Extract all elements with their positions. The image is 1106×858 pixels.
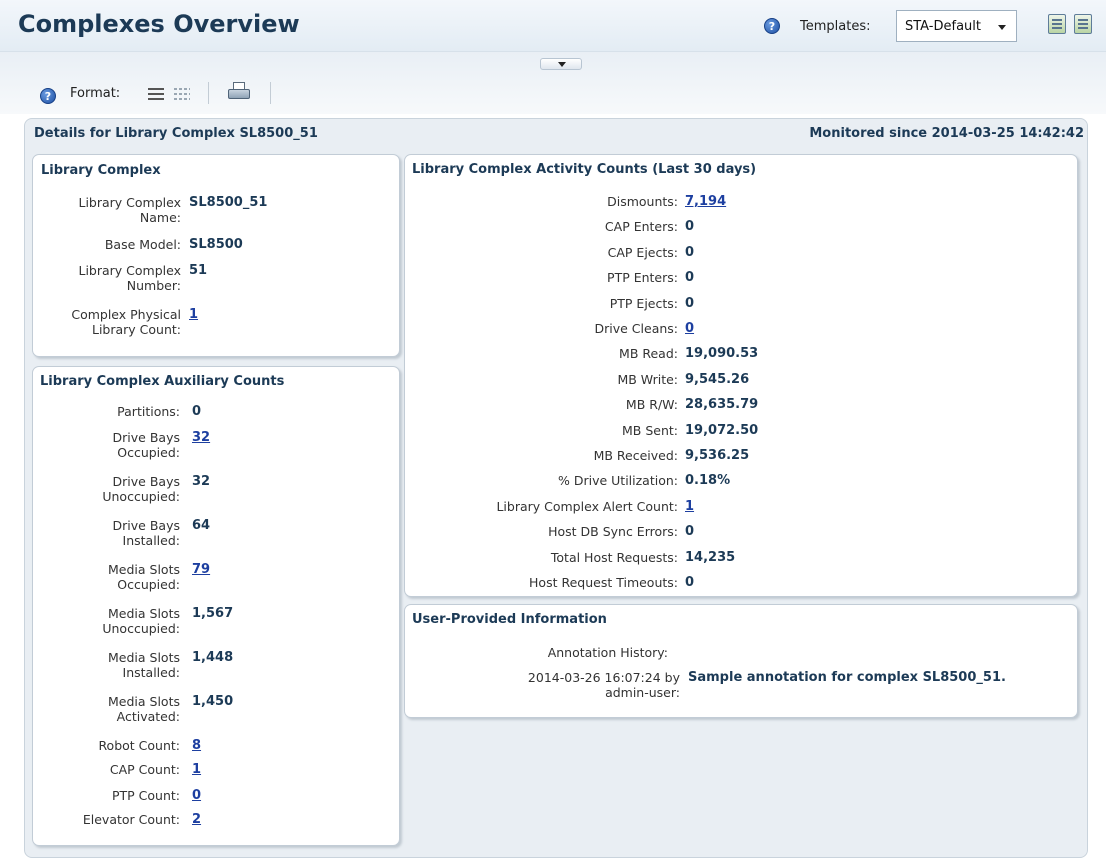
field-value: 32 (192, 474, 211, 489)
field-value: 19,072.50 (685, 422, 759, 438)
count-link[interactable]: 8 (192, 738, 201, 753)
templates-select-value: STA-Default (905, 19, 981, 34)
count-link[interactable]: 2 (192, 812, 201, 827)
field-label: Drive Bays Installed: (112, 518, 180, 548)
chevron-down-icon (998, 25, 1006, 30)
grid-format-icon[interactable] (174, 88, 190, 100)
field-label: MB Sent: (622, 422, 678, 438)
field-value: 1,567 (192, 606, 234, 621)
annotation-entry-meta: 2014-03-26 16:07:24 by admin-user: (404, 670, 680, 700)
panel-title: Library Complex (41, 163, 161, 178)
annotation-timestamp: 2014-03-26 16:07:24 by (527, 670, 680, 685)
field-label: Library Complex Name: (78, 195, 181, 225)
field-value: 1,450 (192, 694, 234, 709)
field-label: Total Host Requests: (550, 549, 678, 565)
field-label: Complex Physical Library Count: (71, 307, 181, 337)
field-label: Media Slots Activated: (108, 694, 180, 724)
field-value: 0.18% (685, 473, 731, 489)
save-template-icon[interactable] (1048, 14, 1066, 34)
annotation-text: Sample annotation for complex SL8500_51. (688, 670, 1006, 685)
field-label: Robot Count: (98, 738, 180, 753)
toolbar-divider (270, 82, 271, 104)
field-label: % Drive Utilization: (558, 473, 678, 489)
field-value: SL8500_51 (189, 195, 268, 210)
annotation-history-label: Annotation History: (547, 645, 668, 660)
print-icon[interactable] (228, 82, 250, 102)
field-label: Host DB Sync Errors: (548, 524, 678, 540)
monitored-since: Monitored since 2014-03-25 14:42:42 (809, 126, 1084, 141)
collapse-toggle-button[interactable] (540, 58, 582, 70)
field-value: 0 (192, 404, 202, 419)
page-title: Complexes Overview (18, 10, 300, 38)
field-label: Drive Bays Occupied: (112, 430, 180, 460)
field-label: PTP Ejects: (609, 295, 678, 311)
count-link[interactable]: 32 (192, 430, 210, 445)
list-format-icon[interactable] (148, 88, 164, 100)
field-label: Drive Cleans: (594, 321, 679, 336)
field-value: 0 (685, 219, 695, 235)
field-value: 0 (685, 244, 695, 260)
field-value: 9,545.26 (685, 371, 750, 387)
field-label: Library Complex Alert Count: (496, 498, 678, 514)
panel-title: Library Complex Auxiliary Counts (40, 374, 285, 389)
field-label: Dismounts: (607, 194, 678, 209)
count-link[interactable]: 7,194 (685, 194, 726, 209)
field-value: 51 (189, 263, 208, 278)
manage-templates-icon[interactable] (1074, 14, 1092, 34)
field-label: Elevator Count: (82, 812, 180, 827)
help-icon[interactable]: ? (764, 18, 780, 34)
field-label: MB Received: (593, 448, 678, 463)
field-value: 1,448 (192, 650, 234, 665)
toolbar: ? Format: (0, 52, 1106, 114)
field-value: 64 (192, 518, 211, 533)
field-label: MB R/W: (625, 397, 678, 413)
help-icon[interactable]: ? (40, 88, 56, 104)
field-value: 9,536.25 (685, 448, 750, 463)
field-label: CAP Count: (109, 762, 180, 777)
format-label: Format: (70, 86, 121, 101)
panel-title: Library Complex Activity Counts (Last 30… (412, 162, 757, 177)
templates-label: Templates: (800, 19, 871, 34)
field-label: MB Write: (617, 371, 678, 387)
library-complex-panel: Library Complex Library Complex Name: SL8… (32, 154, 400, 357)
field-label: CAP Ejects: (607, 244, 678, 260)
field-value: 14,235 (685, 549, 736, 565)
field-value: 0 (685, 575, 695, 590)
page-header: Complexes Overview ? Templates: STA-Defa… (0, 0, 1106, 52)
panel-title: User-Provided Information (412, 612, 607, 627)
field-label: Media Slots Occupied: (108, 562, 180, 592)
field-label: Host Request Timeouts: (529, 575, 678, 590)
toolbar-divider (208, 82, 209, 104)
field-label: PTP Enters: (607, 270, 678, 286)
field-label: CAP Enters: (604, 219, 678, 235)
annotation-user: admin-user: (605, 685, 680, 700)
field-value: 0 (685, 295, 695, 311)
count-link[interactable]: 1 (685, 499, 694, 514)
count-link[interactable]: 79 (192, 562, 210, 577)
field-value: 28,635.79 (685, 397, 759, 413)
count-link[interactable]: 1 (192, 762, 201, 777)
field-label: MB Read: (619, 346, 678, 362)
details-title: Details for Library Complex SL8500_51 (34, 126, 318, 141)
count-link[interactable]: 0 (192, 788, 201, 803)
field-label: Base Model: (104, 237, 181, 252)
field-label: Media Slots Unoccupied: (102, 606, 180, 636)
field-label: Media Slots Installed: (108, 650, 180, 680)
field-value: 19,090.53 (685, 346, 759, 362)
field-value: SL8500 (189, 237, 243, 252)
field-value: 0 (685, 270, 695, 286)
field-label: PTP Count: (111, 788, 180, 803)
field-label: Library Complex Number: (78, 263, 181, 293)
physical-library-count-link[interactable]: 1 (189, 307, 198, 322)
field-value: 0 (685, 524, 695, 540)
count-link[interactable]: 0 (685, 321, 694, 336)
field-label: Drive Bays Unoccupied: (102, 474, 180, 504)
templates-select[interactable]: STA-Default (896, 10, 1017, 42)
field-label: Partitions: (117, 404, 180, 419)
